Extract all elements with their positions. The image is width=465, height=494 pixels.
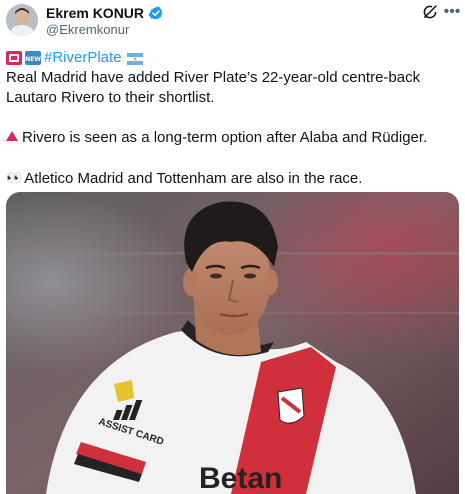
tweet-line-3: 👀 Atletico Madrid and Tottenham are also …: [6, 168, 461, 189]
new-badge-icon: NEW: [25, 51, 41, 65]
svg-text:NEW: NEW: [25, 56, 41, 63]
tweet-line-3-text: Atletico Madrid and Tottenham are also i…: [24, 170, 363, 187]
author-name-row: Ekrem KONUR: [46, 4, 164, 22]
eyes-icon: 👀: [6, 170, 23, 185]
river-plate-player-photo: Betan ASSIST CARD: [6, 192, 459, 494]
more-options-icon[interactable]: •••: [443, 3, 461, 21]
tweet-text: NEW #RiverPlate Real Madrid have added R…: [6, 48, 461, 189]
tweet-line-2: Rivero is seen as a long-term option aft…: [6, 128, 461, 148]
author-avatar[interactable]: [6, 4, 38, 36]
hashtag-line: NEW #RiverPlate: [6, 48, 461, 68]
grok-icon[interactable]: [421, 3, 439, 21]
verified-badge-icon: [148, 5, 164, 21]
tweet-line-1: Real Madrid have added River Plate’s 22-…: [6, 69, 421, 106]
author-handle[interactable]: @Ekremkonur: [46, 22, 129, 37]
argentina-flag-icon: [126, 51, 143, 65]
tweet-header: Ekrem KONUR @Ekremkonur •••: [0, 0, 465, 44]
tweet-line-2-text: Rivero is seen as a long-term option aft…: [22, 129, 428, 146]
red-triangle-icon: [6, 131, 18, 141]
author-display-name[interactable]: Ekrem KONUR: [46, 5, 144, 21]
hashtag-link[interactable]: #RiverPlate: [44, 48, 122, 68]
tweet-media-photo[interactable]: Betan ASSIST CARD: [6, 192, 459, 494]
siren-flag-icon: [6, 51, 22, 65]
sponsor-text: Betan: [199, 462, 282, 494]
